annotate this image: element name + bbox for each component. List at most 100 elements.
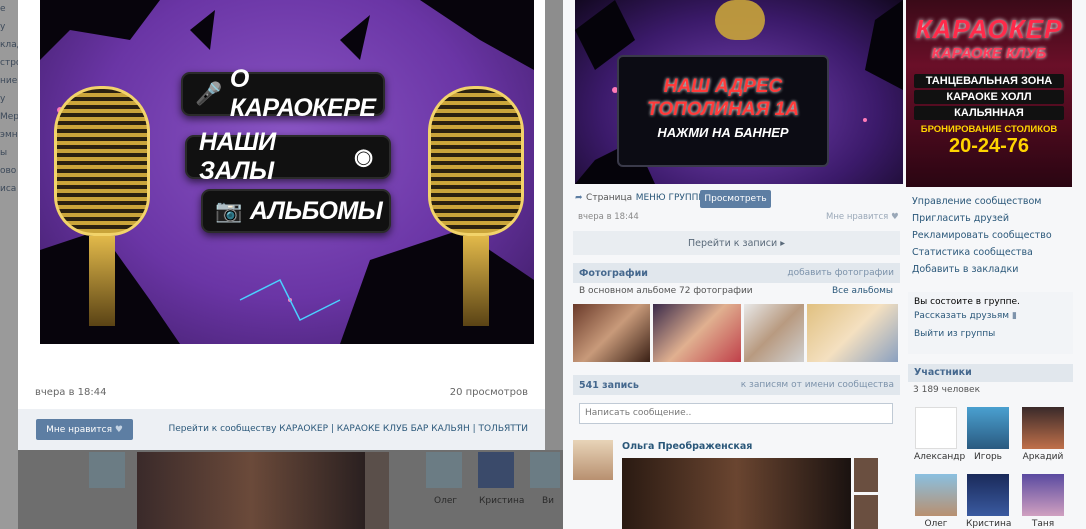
member-item[interactable]: Таня — [1021, 474, 1065, 529]
page-attachment: ➦ Страница МЕНЮ ГРУППЫ — [575, 190, 706, 203]
left-menu-fragment: е у клад стро ние у Мер эмн ы ово иса — [0, 0, 18, 529]
photo-thumbnail[interactable] — [744, 304, 804, 362]
about-button[interactable]: 🎤 О КАРАОКЕРЕ — [181, 65, 385, 122]
menu-advertise[interactable]: Рекламировать сообщество — [912, 230, 1052, 247]
heart-icon: ♥ — [114, 424, 123, 435]
address-line-2: ТОПОЛИНАЯ 1А — [647, 99, 799, 120]
member-item[interactable]: Александр — [914, 407, 966, 462]
halls-button[interactable]: НАШИ ЗАЛЫ ◉ — [185, 128, 391, 185]
member-avatar — [967, 407, 1009, 449]
location-pin-icon: ◉ — [354, 144, 373, 169]
promo-banner[interactable]: КАРАОКЕР КАРАОКЕ КЛУБ ТАНЦЕВАЛЬНАЯ ЗОНА … — [906, 0, 1072, 187]
microphone-icon: 🎤 — [195, 81, 222, 106]
members-count: 3 189 человек — [913, 385, 981, 395]
posts-count: 541 запись — [579, 379, 639, 391]
photo-thumbnail[interactable] — [653, 304, 741, 362]
karaoke-menu-banner: 🎤 О КАРАОКЕРЕ НАШИ ЗАЛЫ ◉ 📷 АЛЬБОМЫ — [40, 0, 534, 344]
promo-line: ТАНЦЕВАЛЬНАЯ ЗОНА — [914, 74, 1064, 88]
dimmed-member-photo — [426, 452, 462, 488]
leave-group-link[interactable]: Выйти из группы — [914, 329, 1067, 339]
dimmed-member-photo — [478, 452, 514, 488]
member-avatar — [1022, 407, 1064, 449]
all-albums-link[interactable]: Все альбомы — [832, 286, 893, 296]
like-button[interactable]: Мне нравится ♥ — [36, 419, 133, 440]
menu-invite[interactable]: Пригласить друзей — [912, 213, 1052, 230]
address-line-3: НАЖМИ НА БАННЕР — [657, 125, 789, 140]
member-item[interactable]: Кристина — [966, 474, 1012, 529]
modal-footer: Мне нравится ♥ Перейти к сообществу КАРА… — [18, 409, 545, 450]
member-name: Кристина — [966, 519, 1012, 529]
member-name: Олег — [924, 519, 948, 529]
photo-thumbnail[interactable] — [807, 304, 898, 362]
chevron-right-icon: ▸ — [780, 237, 785, 249]
speech-bubble-icon: ▮ — [1011, 311, 1017, 321]
add-photos-link[interactable]: добавить фотографии — [787, 268, 894, 278]
address-box: НАШ АДРЕС ТОПОЛИНАЯ 1А НАЖМИ НА БАННЕР — [617, 55, 829, 167]
mic-stand-right — [463, 236, 489, 326]
dimmed-member-photo — [530, 452, 560, 488]
dimmed-member-name: Ви — [542, 496, 555, 506]
promo-title: КАРАОКЕР — [915, 14, 1063, 44]
page-prefix: Страница — [586, 193, 633, 203]
album-text: В основном альбоме 72 фотографии — [579, 286, 753, 296]
member-avatar — [1022, 474, 1064, 516]
address-line-1: НАШ АДРЕС — [663, 76, 783, 97]
dimmed-feed-photo-side — [365, 452, 389, 529]
modal-date[interactable]: вчера в 18:44 — [35, 387, 107, 398]
pin-icon: ➦ — [575, 193, 583, 203]
photo-thumbnail[interactable] — [573, 304, 650, 362]
member-name: Таня — [1031, 519, 1055, 529]
heart-icon: ♥ — [890, 212, 899, 222]
member-name: Аркадий — [1022, 452, 1064, 462]
menu-manage[interactable]: Управление сообществом — [912, 196, 1052, 213]
member-item[interactable]: Аркадий — [1021, 407, 1065, 462]
menu-bookmark[interactable]: Добавить в закладки — [912, 264, 1052, 281]
camera-icon: 📷 — [215, 198, 242, 223]
members-header[interactable]: Участники — [908, 364, 1073, 382]
post-date[interactable]: вчера в 18:44 — [578, 212, 639, 222]
promo-booking: БРОНИРОВАНИЕ СТОЛИКОВ — [920, 124, 1058, 135]
member-avatar — [915, 407, 957, 449]
dimmed-feed-photo — [137, 452, 365, 529]
promo-line: КАЛЬЯННАЯ — [914, 106, 1064, 120]
community-link[interactable]: Перейти к сообществу КАРАОКЕР | КАРАОКЕ … — [168, 424, 528, 434]
dimmed-member-name: Олег — [434, 496, 458, 506]
feed-photo[interactable] — [622, 458, 851, 529]
post-like-button[interactable]: Мне нравится ♥ — [826, 212, 899, 222]
promo-subtitle: КАРАОКЕ КЛУБ — [931, 45, 1047, 62]
photos-section-header: Фотографии добавить фотографии — [573, 263, 900, 283]
mic-stand-left — [89, 236, 115, 326]
posts-section-header: 541 запись к записям от имени сообщества — [573, 375, 900, 395]
member-item[interactable]: Игорь — [966, 407, 1010, 462]
promo-phone: 20-24-76 — [948, 135, 1030, 157]
feed-photo-side[interactable] — [854, 458, 878, 492]
address-banner-image[interactable]: НАШ АДРЕС ТОПОЛИНАЯ 1А НАЖМИ НА БАННЕР — [575, 0, 903, 184]
membership-box: Вы состоите в группе. Рассказать друзьям… — [908, 292, 1073, 354]
author-avatar[interactable] — [573, 440, 613, 480]
dimmed-member-name: Кристина — [479, 496, 525, 506]
posts-by-community-link[interactable]: к записям от имени сообщества — [741, 380, 894, 390]
microphone-right-icon — [428, 86, 524, 236]
menu-stats[interactable]: Статистика сообщества — [912, 247, 1052, 264]
message-input[interactable]: Написать сообщение.. — [579, 403, 893, 424]
post-viewer-modal: 🎤 О КАРАОКЕРЕ НАШИ ЗАЛЫ ◉ 📷 АЛЬБОМЫ вчер… — [18, 0, 545, 450]
goto-post-button[interactable]: Перейти к записи ▸ — [573, 231, 900, 255]
feed-photo-side[interactable] — [854, 495, 878, 529]
member-name: Игорь — [974, 452, 1002, 462]
member-avatar — [967, 474, 1009, 516]
promo-line: КАРАОКЕ ХОЛЛ — [914, 90, 1064, 104]
member-name: Александр — [914, 452, 966, 462]
author-name[interactable]: Ольга Преображенская — [622, 441, 752, 452]
tell-friends-link[interactable]: Рассказать друзьям ▮ — [914, 311, 1067, 321]
albums-button[interactable]: 📷 АЛЬБОМЫ — [201, 189, 391, 233]
member-item[interactable]: Олег — [914, 474, 958, 529]
member-status: Вы состоите в группе. — [914, 297, 1020, 307]
community-menu: Управление сообществом Пригласить друзей… — [912, 196, 1052, 281]
modal-views: 20 просмотров — [449, 387, 528, 398]
page-link[interactable]: МЕНЮ ГРУППЫ — [636, 193, 707, 203]
microphone-left-icon — [54, 86, 150, 236]
album-info: В основном альбоме 72 фотографии Все аль… — [579, 286, 893, 296]
photos-title[interactable]: Фотографии — [579, 268, 648, 279]
view-page-button[interactable]: Просмотреть — [700, 190, 771, 208]
dimmed-thumbnail — [89, 452, 125, 488]
